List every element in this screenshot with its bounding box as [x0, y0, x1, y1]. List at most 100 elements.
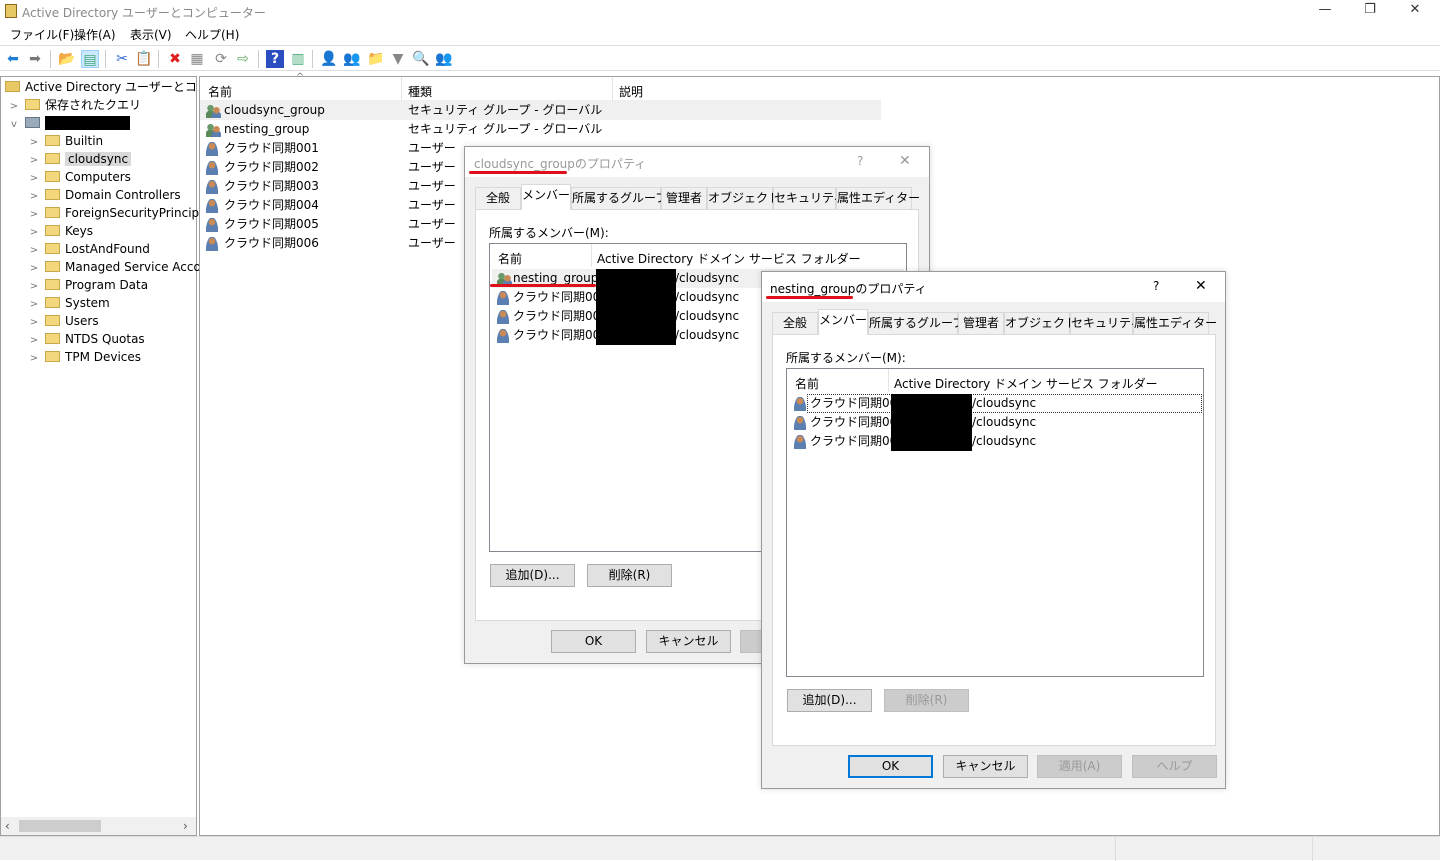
new-user-icon[interactable]: 👤: [320, 50, 338, 68]
tab-managed-by[interactable]: 管理者: [958, 312, 1004, 334]
tree-item-domain-controllers[interactable]: > Domain Controllers: [27, 186, 181, 204]
menu-file[interactable]: ファイル(F): [10, 26, 74, 43]
apply-button[interactable]: 適用(A): [1037, 755, 1122, 778]
table-row[interactable]: nesting_group セキュリティ グループ - グローバル: [200, 120, 881, 139]
new-ou-icon[interactable]: 📁: [367, 50, 385, 68]
redacted-folder-path: [596, 269, 676, 345]
tab-attribute-editor[interactable]: 属性エディター: [836, 187, 920, 209]
tree-item-builtin[interactable]: > Builtin: [27, 132, 103, 150]
tree-item-program-data[interactable]: > Program Data: [27, 276, 148, 294]
help-icon[interactable]: ?: [266, 50, 284, 68]
menu-action[interactable]: 操作(A): [74, 26, 116, 43]
user-icon: [794, 435, 806, 449]
restore-button[interactable]: ❐: [1355, 2, 1385, 20]
remove-button[interactable]: 削除(R): [587, 564, 672, 587]
export-list-icon[interactable]: ⇨: [234, 50, 252, 68]
ok-button[interactable]: OK: [551, 630, 636, 653]
close-button[interactable]: ✕: [1195, 278, 1207, 294]
action-pane-icon[interactable]: ▥: [289, 50, 307, 68]
members-label: 所属するメンバー(M):: [489, 226, 609, 240]
tab-general[interactable]: 全般: [475, 187, 521, 209]
tab-security[interactable]: セキュリティ: [773, 187, 845, 209]
tab-object[interactable]: オブジェクト: [1004, 312, 1077, 334]
properties-icon[interactable]: ▦: [188, 50, 206, 68]
tree-item-lostandfound[interactable]: > LostAndFound: [27, 240, 150, 258]
folder-icon: [45, 225, 60, 236]
find-icon[interactable]: 🔍: [412, 50, 430, 68]
help-button[interactable]: ?: [1153, 279, 1159, 293]
horizontal-scrollbar[interactable]: ‹ ›: [1, 817, 196, 835]
close-button[interactable]: ✕: [899, 153, 911, 169]
up-folder-icon[interactable]: 📂: [58, 50, 76, 68]
tab-managed-by[interactable]: 管理者: [661, 187, 707, 209]
tab-general[interactable]: 全般: [772, 312, 818, 334]
tree-item-domain[interactable]: v: [7, 114, 130, 134]
chevron-right-icon[interactable]: >: [27, 350, 41, 368]
tree-item-users[interactable]: > Users: [27, 312, 99, 330]
delete-icon[interactable]: ✖: [166, 50, 184, 68]
tree-item-keys[interactable]: > Keys: [27, 222, 93, 240]
tab-attribute-editor[interactable]: 属性エディター: [1133, 312, 1217, 334]
forward-arrow-icon[interactable]: ➡: [26, 50, 44, 68]
tab-members[interactable]: メンバー: [521, 184, 571, 210]
tree-item-managed-service-accounts[interactable]: > Managed Service Accounts: [27, 258, 227, 276]
tree-item-tpm-devices[interactable]: > TPM Devices: [27, 348, 141, 366]
tree-item-ntds-quotas[interactable]: > NTDS Quotas: [27, 330, 145, 348]
tree-item-saved-queries[interactable]: > 保存されたクエリ: [7, 96, 141, 114]
tab-member-of[interactable]: 所属するグループ: [571, 187, 667, 209]
close-button[interactable]: ✕: [1400, 2, 1430, 20]
member-name: クラウド同期001: [513, 290, 608, 304]
cancel-button[interactable]: キャンセル: [943, 755, 1028, 778]
cancel-button[interactable]: キャンセル: [646, 630, 731, 653]
column-name[interactable]: 名前: [208, 83, 232, 100]
column-description[interactable]: 説明: [619, 83, 643, 100]
cell-type: セキュリティ グループ - グローバル: [408, 103, 603, 117]
add-button[interactable]: 追加(D)...: [787, 689, 872, 712]
column-type[interactable]: 種類: [408, 83, 432, 100]
column-folder[interactable]: Active Directory ドメイン サービス フォルダー: [597, 250, 861, 267]
member-folder: /cloudsync: [675, 271, 740, 285]
column-name[interactable]: 名前: [795, 375, 819, 392]
help-button[interactable]: ?: [857, 154, 863, 168]
back-arrow-icon[interactable]: ⬅: [4, 50, 22, 68]
user-icon: [206, 199, 218, 213]
tab-members[interactable]: メンバー: [818, 309, 868, 335]
menu-help[interactable]: ヘルプ(H): [185, 26, 239, 43]
cut-icon[interactable]: ✂: [113, 50, 131, 68]
add-button[interactable]: 追加(D)...: [490, 564, 575, 587]
tree-item-foreignsecurityprincipals[interactable]: > ForeignSecurityPrincipals: [27, 204, 216, 222]
help-dialog-button[interactable]: ヘルプ: [1132, 755, 1217, 778]
menu-view[interactable]: 表示(V): [130, 26, 172, 43]
tree-item-computers[interactable]: > Computers: [27, 168, 131, 186]
member-row[interactable]: クラウド同期004/cloudsync: [789, 394, 1201, 413]
member-row[interactable]: クラウド同期006/cloudsync: [789, 432, 1201, 451]
window-title: Active Directory ユーザーとコンピューター: [22, 6, 266, 20]
ok-button[interactable]: OK: [848, 755, 933, 778]
tree-item-cloudsync[interactable]: > cloudsync: [27, 150, 132, 168]
tab-object[interactable]: オブジェクト: [707, 187, 780, 209]
member-folder: /cloudsync: [972, 434, 1037, 448]
tree-item-system[interactable]: > System: [27, 294, 110, 312]
user-icon: [206, 180, 218, 194]
remove-button[interactable]: 削除(R): [884, 689, 969, 712]
table-row[interactable]: cloudsync_group セキュリティ グループ - グローバル: [200, 101, 881, 120]
filter-icon[interactable]: ▼: [389, 50, 407, 68]
member-row[interactable]: クラウド同期005/cloudsync: [789, 413, 1201, 432]
cell-type: セキュリティ グループ - グローバル: [408, 122, 603, 136]
annotation-underline: [469, 171, 567, 174]
scroll-left-icon[interactable]: ‹: [5, 819, 10, 833]
paste-icon[interactable]: 📋: [135, 50, 153, 68]
tab-member-of[interactable]: 所属するグループ: [868, 312, 964, 334]
column-name[interactable]: 名前: [498, 250, 522, 267]
tab-security[interactable]: セキュリティ: [1070, 312, 1142, 334]
scroll-right-icon[interactable]: ›: [183, 819, 188, 833]
minimize-button[interactable]: —: [1310, 2, 1340, 20]
scrollbar-thumb[interactable]: [19, 820, 101, 832]
new-group-icon[interactable]: 👥: [343, 50, 361, 68]
refresh-icon[interactable]: ⟳: [212, 50, 230, 68]
add-to-group-icon[interactable]: 👥: [435, 50, 453, 68]
chevron-down-icon[interactable]: v: [7, 116, 21, 134]
show-hide-console-tree-icon[interactable]: ▤: [81, 50, 99, 68]
column-folder[interactable]: Active Directory ドメイン サービス フォルダー: [894, 375, 1158, 392]
members-list[interactable]: 名前 Active Directory ドメイン サービス フォルダー クラウド…: [786, 368, 1204, 677]
